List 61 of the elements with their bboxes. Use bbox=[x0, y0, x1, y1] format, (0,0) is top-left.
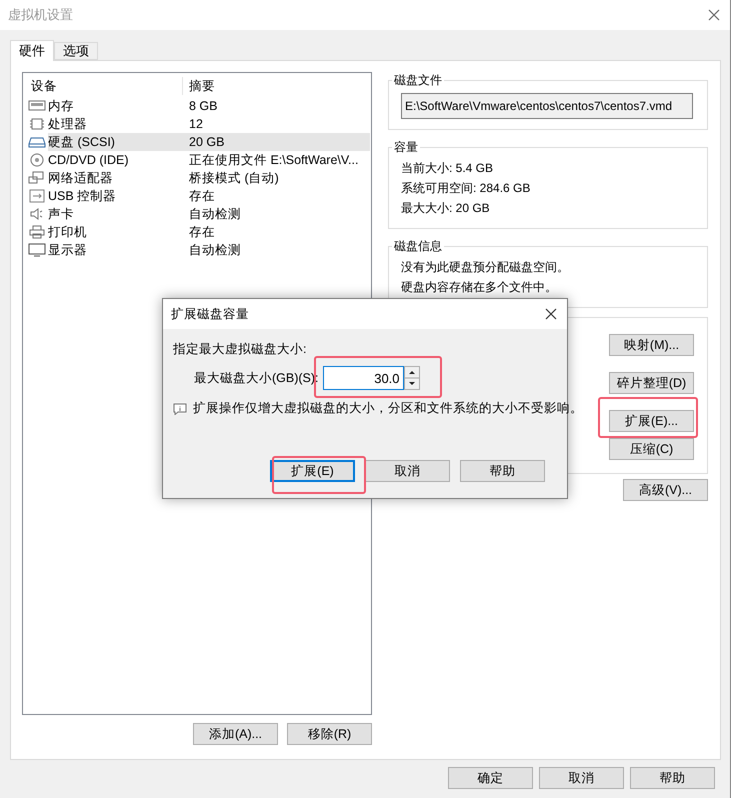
device-name[interactable]: 硬盘 (SCSI) bbox=[48, 133, 182, 151]
group-label: 容量 bbox=[393, 139, 419, 156]
group-label: 磁盘信息 bbox=[393, 238, 443, 255]
dialog-title: 扩展磁盘容量 bbox=[171, 306, 249, 322]
device-summary: 20 GB bbox=[182, 133, 370, 151]
capacity-text: 系统可用空间: 284.6 GB bbox=[400, 180, 532, 197]
capacity-text: 最大大小: 20 GB bbox=[400, 200, 491, 217]
device-name[interactable]: 处理器 bbox=[48, 115, 182, 133]
list-button[interactable]: 添加(A)... bbox=[193, 723, 278, 745]
note-text: 扩展操作仅增大虚拟磁盘的大小，分区和文件系统的大小不受影响。 bbox=[193, 400, 583, 417]
advanced-button[interactable]: 高级(V)... bbox=[623, 479, 708, 501]
info-text: 没有为此硬盘预分配磁盘空间。 bbox=[400, 259, 570, 276]
footer-button[interactable]: 确定 bbox=[448, 767, 533, 789]
device-summary: 存在 bbox=[188, 224, 216, 240]
close-icon[interactable] bbox=[545, 308, 557, 320]
tool-button[interactable]: 压缩(C) bbox=[609, 438, 694, 460]
device-summary: 12 bbox=[188, 116, 204, 133]
size-field[interactable]: 30.0 bbox=[322, 366, 404, 390]
tab[interactable]: 硬件 bbox=[10, 40, 54, 61]
prompt-text: 指定最大虚拟磁盘大小: bbox=[173, 341, 308, 358]
tool-button[interactable]: 扩展(E)... bbox=[609, 410, 694, 432]
tab[interactable]: 选项 bbox=[54, 42, 98, 60]
dialog-button[interactable]: 扩展(E) bbox=[270, 460, 355, 482]
device-name[interactable]: CD/DVD (IDE) bbox=[48, 151, 182, 169]
device-name[interactable]: 声卡 bbox=[48, 205, 182, 223]
device-icon bbox=[28, 153, 46, 167]
tool-button[interactable]: 映射(M)... bbox=[609, 334, 694, 356]
device-name[interactable]: 网络适配器 bbox=[48, 169, 182, 187]
group-label: 磁盘文件 bbox=[393, 72, 443, 89]
device-summary: 桥接模式 (自动) bbox=[188, 170, 280, 187]
device-name[interactable]: 显示器 bbox=[48, 241, 182, 259]
column-header[interactable]: 设备 bbox=[24, 77, 182, 95]
device-icon bbox=[28, 117, 46, 131]
footer-button[interactable]: 帮助 bbox=[630, 767, 715, 789]
device-summary: 8 GB bbox=[188, 98, 218, 115]
column-header[interactable]: 摘要 bbox=[182, 77, 370, 95]
device-summary: 自动检测 bbox=[188, 242, 242, 258]
spinner-icon[interactable] bbox=[404, 366, 420, 390]
info-text: 硬盘内容存储在多个文件中。 bbox=[400, 279, 558, 296]
device-icon bbox=[28, 99, 46, 113]
device-icon bbox=[28, 171, 46, 185]
device-summary: 存在 bbox=[188, 188, 216, 204]
close-icon[interactable] bbox=[708, 9, 720, 21]
device-icon bbox=[28, 135, 46, 149]
device-name[interactable]: 内存 bbox=[48, 97, 182, 115]
device-summary: 自动检测 bbox=[188, 206, 242, 222]
device-icon bbox=[28, 243, 46, 257]
footer-button[interactable]: 取消 bbox=[539, 767, 624, 789]
path-field[interactable]: E:\SoftWare\Vmware\centos\centos7\centos7.vmd bbox=[401, 93, 693, 119]
device-icon bbox=[28, 225, 46, 239]
device-icon bbox=[28, 189, 46, 203]
capacity-text: 当前大小: 5.4 GB bbox=[400, 160, 494, 177]
info-icon bbox=[173, 402, 187, 414]
list-button[interactable]: 移除(R) bbox=[287, 723, 372, 745]
device-summary: 正在使用文件 E:\SoftWare\V... bbox=[188, 152, 360, 168]
dialog-button[interactable]: 帮助 bbox=[460, 460, 545, 482]
device-name[interactable]: 打印机 bbox=[48, 223, 182, 241]
dialog-button[interactable]: 取消 bbox=[365, 460, 450, 482]
tool-button[interactable]: 碎片整理(D) bbox=[609, 372, 694, 394]
device-name[interactable]: USB 控制器 bbox=[48, 187, 182, 205]
window-title: 虚拟机设置 bbox=[8, 6, 73, 24]
